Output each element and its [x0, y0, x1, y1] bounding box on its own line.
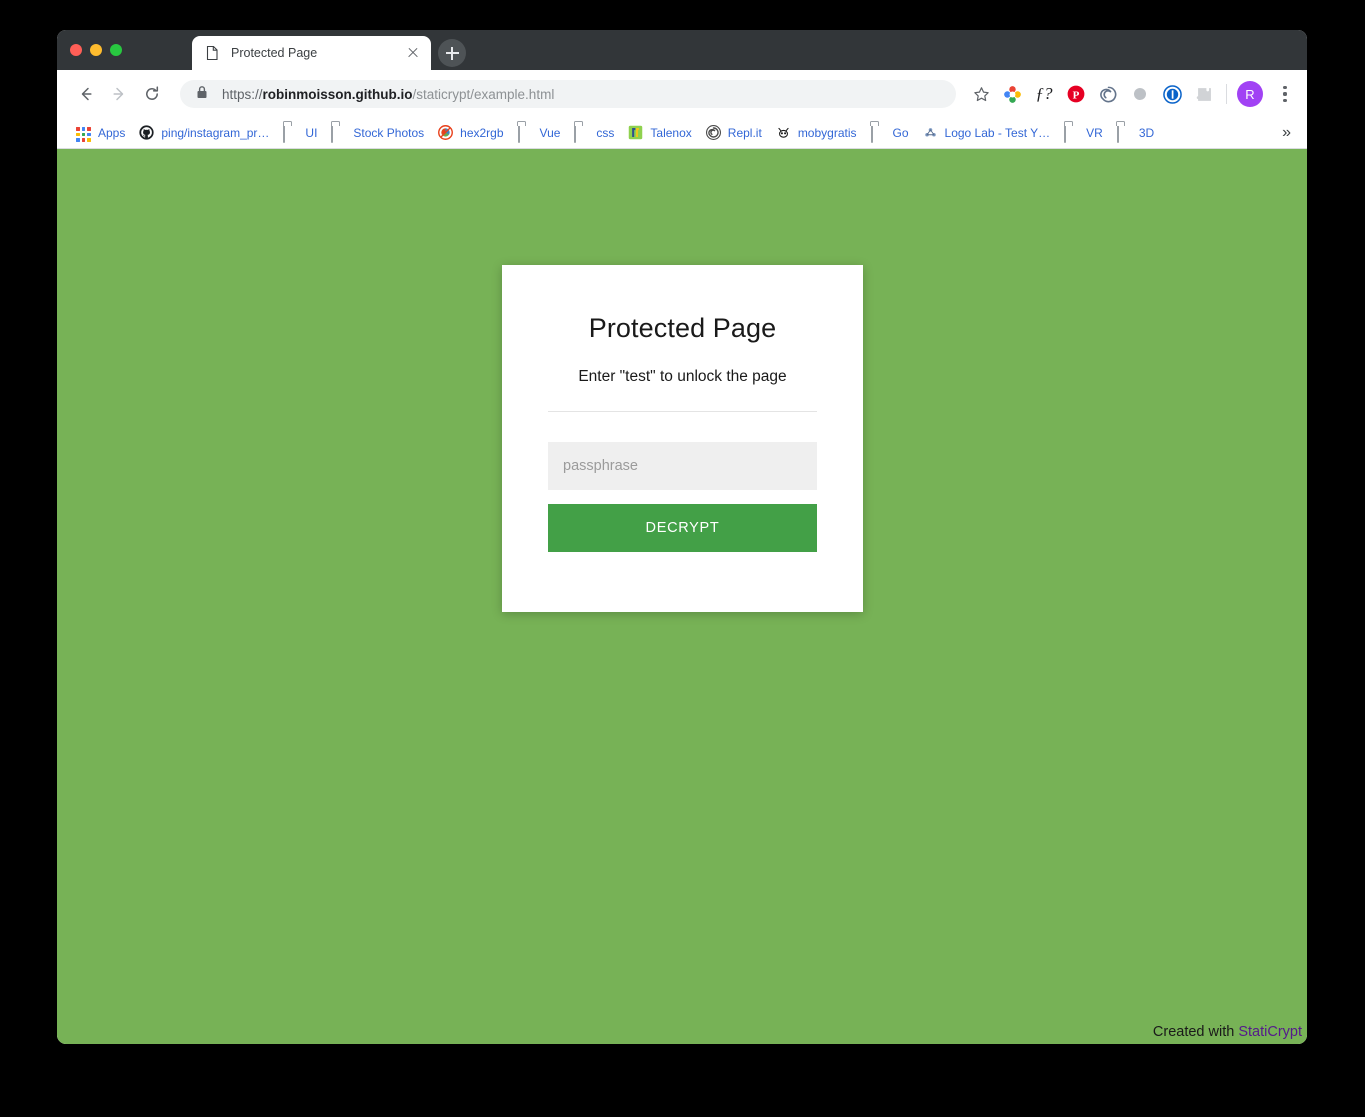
url-path: /staticrypt/example.html — [412, 86, 555, 102]
mobygratis-icon — [776, 125, 792, 141]
onepassword-extension-icon[interactable] — [1160, 82, 1184, 106]
maximize-window-button[interactable] — [110, 44, 122, 56]
folder-icon — [574, 124, 590, 143]
folder-icon — [870, 124, 887, 143]
minimize-window-button[interactable] — [90, 44, 102, 56]
apps-grid-icon — [76, 125, 92, 142]
url-host: robinmoisson.github.io — [262, 86, 413, 102]
bookmarks-bar: Apps ping/instagram_pr… UI Stock Photos — [57, 118, 1307, 149]
footer-credit: Created with StatiCrypt — [1153, 1024, 1302, 1040]
bookmark-ui[interactable]: UI — [276, 122, 324, 144]
bookmark-label: hex2rgb — [460, 126, 504, 140]
spiral-extension-icon[interactable] — [1096, 82, 1120, 106]
bookmark-ping-instagram[interactable]: ping/instagram_pr… — [132, 122, 276, 144]
close-icon[interactable] — [405, 45, 421, 61]
bookmark-css[interactable]: css — [567, 122, 621, 144]
bookmark-label: Repl.it — [727, 126, 762, 140]
staticrypt-link[interactable]: StatiCrypt — [1238, 1024, 1302, 1040]
bookmark-label: Stock Photos — [353, 126, 425, 140]
bookmark-label: Logo Lab - Test Y… — [944, 126, 1051, 140]
bookmark-3d[interactable]: 3D — [1110, 122, 1161, 144]
address-bar[interactable]: https://robinmoisson.github.io/staticryp… — [180, 80, 956, 108]
bookmark-label: 3D — [1138, 126, 1155, 140]
fontface-ninja-extension-icon[interactable]: ƒ? — [1032, 82, 1056, 106]
puzzle-extension-icon[interactable] — [1192, 82, 1216, 106]
folder-icon — [1116, 124, 1133, 143]
bookmark-label: css — [596, 126, 615, 140]
folder-icon — [1064, 124, 1080, 143]
bookmark-label: UI — [305, 126, 318, 140]
talenox-icon — [628, 125, 644, 141]
bookmarks-overflow-button[interactable]: » — [1274, 122, 1299, 144]
bookmark-label: Go — [892, 126, 909, 140]
url-scheme: https:// — [222, 86, 263, 102]
bookmark-replit[interactable]: Repl.it — [699, 122, 769, 144]
browser-tab[interactable]: Protected Page — [192, 36, 431, 70]
bookmark-stock-photos[interactable]: Stock Photos — [324, 122, 431, 144]
tab-title: Protected Page — [231, 46, 318, 60]
footer-text: Created with — [1152, 1024, 1239, 1040]
bookmark-label: Vue — [539, 126, 561, 140]
passphrase-card: Protected Page Enter "test" to unlock th… — [502, 265, 863, 612]
logolab-icon — [923, 125, 939, 141]
bookmark-label: Talenox — [650, 126, 692, 140]
avatar[interactable]: R — [1237, 81, 1263, 107]
folder-icon — [283, 124, 299, 143]
new-tab-button[interactable] — [438, 39, 466, 67]
toolbar-divider — [1226, 84, 1227, 104]
svg-text:P: P — [1073, 89, 1080, 101]
browser-menu-button[interactable] — [1273, 81, 1297, 107]
bookmark-talenox[interactable]: Talenox — [621, 122, 698, 144]
url-text: https://robinmoisson.github.io/staticryp… — [222, 87, 942, 102]
bookmark-vue[interactable]: Vue — [511, 122, 568, 144]
bookmark-mobygratis[interactable]: mobygratis — [769, 122, 864, 144]
bookmark-go[interactable]: Go — [864, 122, 916, 144]
traffic-lights — [70, 44, 122, 56]
page-title: Protected Page — [588, 313, 777, 343]
back-button[interactable] — [71, 79, 101, 109]
bookmark-label: Apps — [98, 126, 126, 140]
bookmark-label: mobygratis — [797, 126, 857, 140]
browser-toolbar: https://robinmoisson.github.io/staticryp… — [57, 70, 1307, 118]
colorpick-extension-icon[interactable] — [1000, 82, 1024, 106]
forward-button[interactable] — [104, 79, 134, 109]
bookmark-hex2rgb[interactable]: hex2rgb — [431, 122, 510, 144]
browser-window: Protected Page https://robinmoisson.gith… — [57, 30, 1307, 1044]
document-icon — [204, 45, 220, 61]
bookmark-star-icon[interactable] — [970, 83, 992, 105]
reload-button[interactable] — [137, 79, 167, 109]
bookmark-logo-lab[interactable]: Logo Lab - Test Y… — [916, 122, 1058, 144]
decrypt-button[interactable]: DECRYPT — [548, 504, 817, 552]
github-icon — [139, 125, 155, 141]
close-window-button[interactable] — [70, 44, 82, 56]
bookmark-label: ping/instagram_pr… — [161, 126, 270, 140]
folder-icon — [517, 124, 534, 143]
page-viewport: Protected Page Enter "test" to unlock th… — [57, 149, 1307, 1044]
pinterest-extension-icon[interactable]: P — [1064, 82, 1088, 106]
bookmark-label: VR — [1086, 126, 1103, 140]
hex2rgb-icon — [438, 125, 454, 141]
replit-icon — [705, 124, 722, 141]
lock-icon — [196, 85, 208, 104]
bookmark-apps[interactable]: Apps — [69, 122, 132, 144]
grey-dot-extension-icon[interactable] — [1128, 82, 1152, 106]
bookmark-vr[interactable]: VR — [1057, 122, 1110, 144]
tab-strip: Protected Page — [57, 30, 1307, 70]
folder-icon — [331, 124, 347, 143]
passphrase-input[interactable] — [548, 442, 817, 490]
page-subtitle: Enter "test" to unlock the page — [548, 368, 817, 412]
